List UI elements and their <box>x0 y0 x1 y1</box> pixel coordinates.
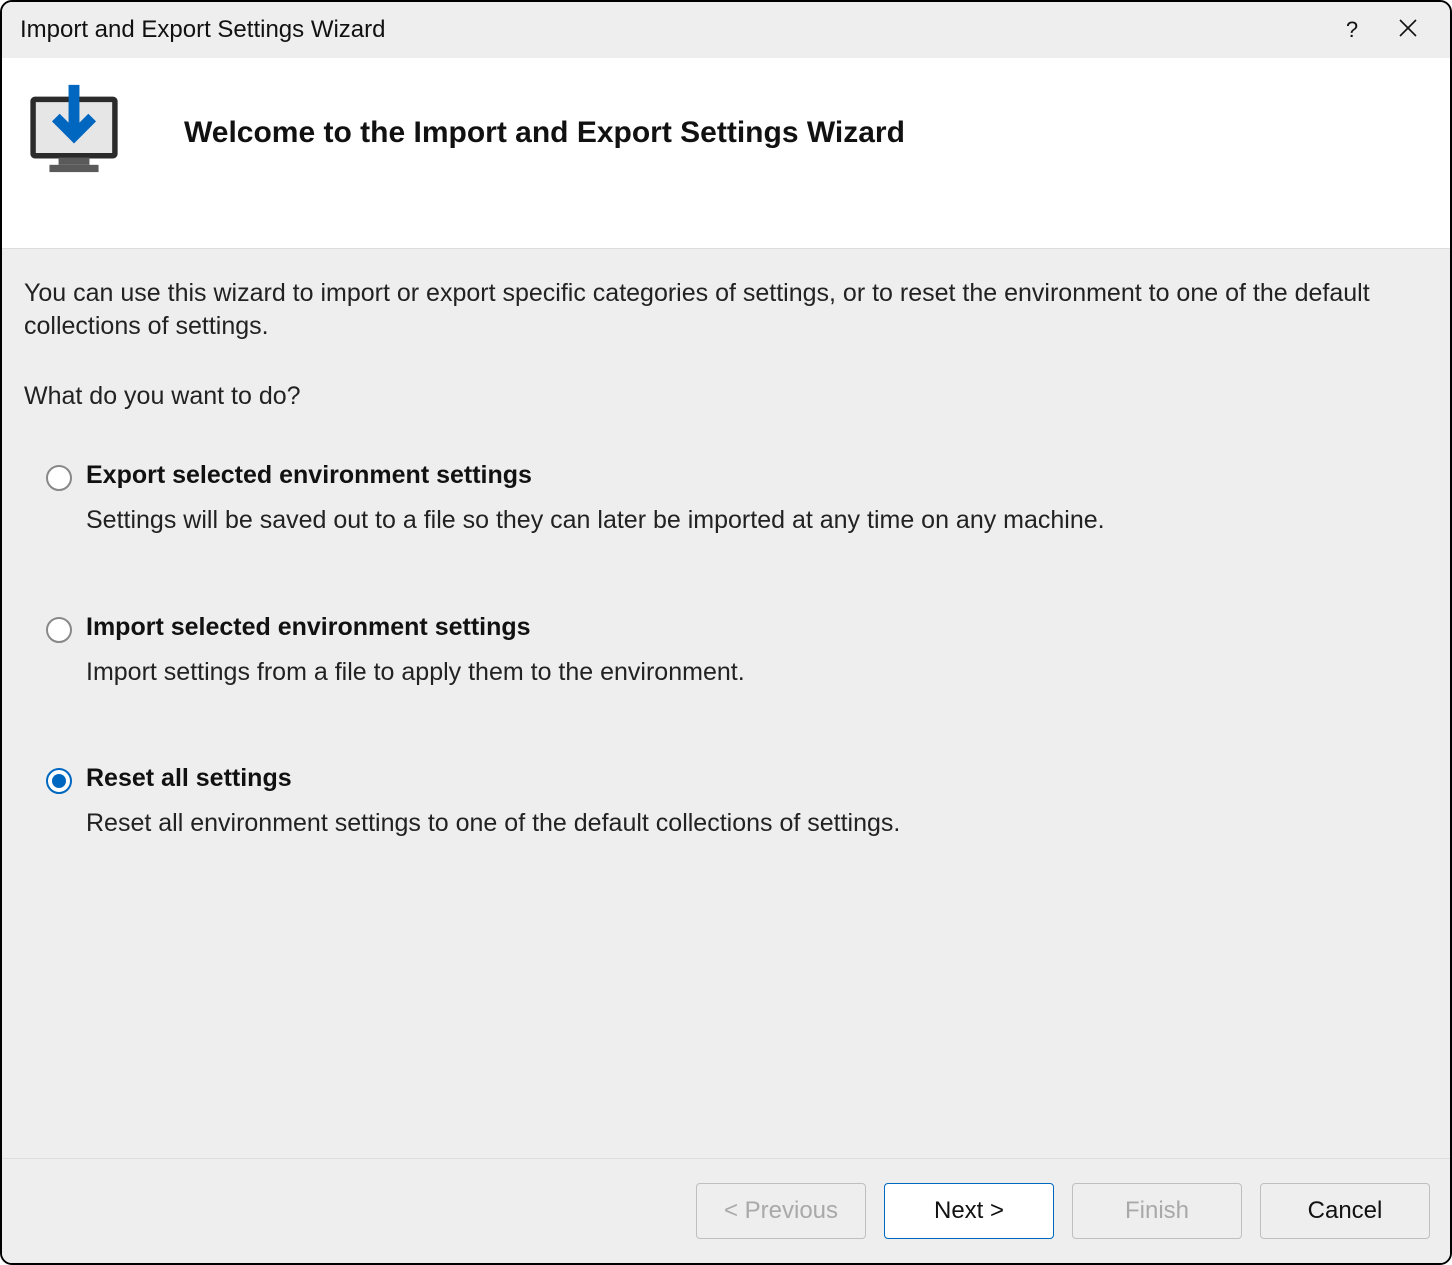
option-title: Reset all settings <box>86 764 900 793</box>
option-import[interactable]: Import selected environment settings Imp… <box>46 613 1428 689</box>
previous-button[interactable]: < Previous <box>696 1183 866 1239</box>
option-reset[interactable]: Reset all settings Reset all environment… <box>46 764 1428 840</box>
intro-text: You can use this wizard to import or exp… <box>24 277 1428 342</box>
radio-export[interactable] <box>46 465 72 491</box>
help-icon: ? <box>1346 17 1358 43</box>
monitor-download-icon <box>24 78 124 188</box>
question-text: What do you want to do? <box>24 382 1428 411</box>
wizard-footer: < Previous Next > Finish Cancel <box>2 1158 1450 1263</box>
radio-group: Export selected environment settings Set… <box>24 461 1428 840</box>
next-button[interactable]: Next > <box>884 1183 1054 1239</box>
wizard-window: Import and Export Settings Wizard ? Welc… <box>0 0 1452 1265</box>
titlebar: Import and Export Settings Wizard ? <box>2 2 1450 58</box>
help-button[interactable]: ? <box>1324 6 1380 54</box>
close-button[interactable] <box>1380 6 1436 54</box>
radio-reset[interactable] <box>46 768 72 794</box>
cancel-button[interactable]: Cancel <box>1260 1183 1430 1239</box>
wizard-heading: Welcome to the Import and Export Setting… <box>184 116 905 150</box>
option-desc: Import settings from a file to apply the… <box>86 656 745 689</box>
radio-import[interactable] <box>46 617 72 643</box>
option-title: Import selected environment settings <box>86 613 745 642</box>
option-title: Export selected environment settings <box>86 461 1105 490</box>
option-desc: Reset all environment settings to one of… <box>86 807 900 840</box>
option-export[interactable]: Export selected environment settings Set… <box>46 461 1428 537</box>
close-icon <box>1399 17 1417 43</box>
window-title: Import and Export Settings Wizard <box>20 16 385 44</box>
wizard-body: You can use this wizard to import or exp… <box>2 249 1450 1158</box>
option-desc: Settings will be saved out to a file so … <box>86 504 1105 537</box>
finish-button[interactable]: Finish <box>1072 1183 1242 1239</box>
wizard-header: Welcome to the Import and Export Setting… <box>2 58 1450 249</box>
wizard-icon <box>24 78 124 188</box>
